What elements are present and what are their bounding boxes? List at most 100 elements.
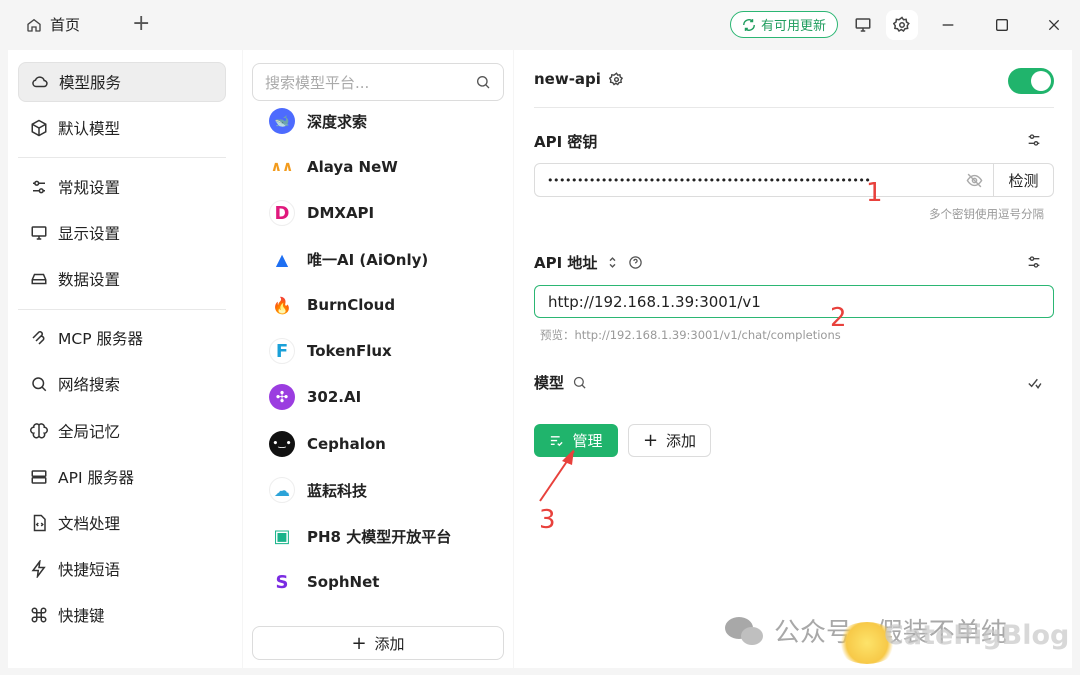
new-tab-button[interactable]: + bbox=[132, 13, 150, 35]
minimize-icon bbox=[942, 24, 954, 26]
provider-name: SophNet bbox=[307, 573, 380, 591]
provider-item-cephalon[interactable]: •‿• Cephalon bbox=[269, 429, 386, 459]
provider-name: 302.AI bbox=[307, 388, 362, 406]
provider-item-deepseek[interactable]: 🐋 深度求索 bbox=[269, 106, 367, 136]
maximize-button[interactable] bbox=[986, 10, 1018, 40]
nav-item-label: 网络搜索 bbox=[58, 376, 121, 394]
nav-item-web-search[interactable]: 网络搜索 bbox=[18, 364, 226, 404]
search-icon bbox=[32, 377, 47, 392]
provider-title: new-api bbox=[534, 70, 624, 88]
nav-item-label: MCP 服务器 bbox=[58, 330, 143, 348]
update-badge-label: 有可用更新 bbox=[760, 19, 826, 34]
provider-name: 深度求索 bbox=[307, 112, 368, 131]
api-url-settings-icon[interactable] bbox=[1026, 254, 1042, 270]
add-model-button[interactable]: + 添加 bbox=[628, 424, 711, 457]
api-key-settings-icon[interactable] bbox=[1026, 132, 1042, 148]
annotation-arrow bbox=[539, 449, 575, 502]
title-bar: 首页 + 有可用更新 bbox=[0, 0, 1080, 50]
nav-item-label: 文档处理 bbox=[58, 515, 121, 533]
provider-item-burncloud[interactable]: 🔥 BurnCloud bbox=[269, 290, 395, 320]
nav-item-label: 数据设置 bbox=[58, 271, 121, 289]
nav-item-label: 快捷键 bbox=[58, 607, 105, 625]
provider-name: DMXAPI bbox=[307, 204, 375, 222]
monitor-settings-icon bbox=[31, 226, 47, 240]
api-key-label: API 密钥 bbox=[534, 133, 598, 151]
provider-item-dmxapi[interactable]: D DMXAPI bbox=[269, 198, 374, 228]
server-icon bbox=[31, 470, 47, 484]
nav-item-documents[interactable]: 文档处理 bbox=[18, 503, 226, 543]
provider-item-sophnet[interactable]: S SophNet bbox=[269, 567, 379, 597]
minimize-button[interactable] bbox=[932, 10, 964, 40]
close-button[interactable] bbox=[1038, 10, 1070, 40]
api-key-value[interactable]: ••••••••••••••••••••••••••••••••••••••••… bbox=[535, 174, 955, 187]
nav-item-label: 常规设置 bbox=[58, 179, 121, 197]
provider-name: 唯一AI (AiOnly) bbox=[307, 250, 429, 269]
provider-name: PH8 大模型开放平台 bbox=[307, 527, 452, 546]
nav-item-memory[interactable]: 全局记忆 bbox=[18, 411, 226, 451]
provider-search-input[interactable]: 搜索模型平台... bbox=[252, 63, 504, 101]
provider-item-alaya[interactable]: ∧∧ Alaya NeW bbox=[269, 152, 398, 182]
deepseek-logo-icon: 🐋 bbox=[269, 108, 295, 134]
nav-item-model-service[interactable]: 模型服务 bbox=[18, 62, 226, 102]
settings-sidebar: 模型服务 默认模型 常规设置 显示设置 数据设置 MCP 服务器 网络搜索 全局… bbox=[8, 50, 242, 668]
add-provider-button[interactable]: + 添加 bbox=[252, 626, 504, 660]
api-url-label: API 地址 bbox=[534, 254, 598, 272]
api-url-preview: 预览：http://192.168.1.39:3001/v1/chat/comp… bbox=[540, 328, 841, 342]
refresh-icon bbox=[743, 18, 755, 31]
cloud-icon bbox=[32, 76, 48, 88]
api-key-field[interactable]: ••••••••••••••••••••••••••••••••••••••••… bbox=[534, 163, 1054, 197]
nav-item-api-server[interactable]: API 服务器 bbox=[18, 457, 226, 497]
tab-home[interactable]: 首页 bbox=[26, 14, 80, 35]
provider-item-ph8[interactable]: ▣ PH8 大模型开放平台 bbox=[269, 521, 451, 551]
nav-item-mcp[interactable]: MCP 服务器 bbox=[18, 318, 226, 358]
nav-item-default-model[interactable]: 默认模型 bbox=[18, 108, 226, 148]
provider-item-tokenflux[interactable]: F TokenFlux bbox=[269, 336, 392, 366]
health-check-icon[interactable] bbox=[1026, 375, 1043, 392]
chevron-up-down-icon[interactable] bbox=[605, 255, 620, 270]
provider-name: BurnCloud bbox=[307, 296, 396, 314]
monitor-icon bbox=[855, 18, 871, 32]
eye-off-icon[interactable] bbox=[955, 172, 993, 189]
provider-item-lanyun[interactable]: ☁ 蓝耘科技 bbox=[269, 475, 367, 505]
settings-button[interactable] bbox=[886, 10, 918, 40]
tab-home-label: 首页 bbox=[50, 16, 81, 34]
update-badge[interactable]: 有可用更新 bbox=[730, 11, 838, 38]
annotation-1: 1 bbox=[866, 178, 883, 208]
detail-divider bbox=[534, 107, 1054, 108]
aionly-logo-icon: ▲ bbox=[269, 246, 295, 272]
api-url-input[interactable]: http://192.168.1.39:3001/v1 bbox=[534, 285, 1054, 318]
provider-name: 蓝耘科技 bbox=[307, 481, 368, 500]
provider-name: Cephalon bbox=[307, 435, 386, 453]
help-icon[interactable] bbox=[628, 255, 643, 270]
provider-item-302ai[interactable]: ✣ 302.AI bbox=[269, 382, 361, 412]
nav-item-quick-phrases[interactable]: 快捷短语 bbox=[18, 549, 226, 589]
annotation-3: 3 bbox=[539, 505, 556, 535]
add-model-label: 添加 bbox=[666, 432, 697, 450]
lanyun-logo-icon: ☁ bbox=[269, 477, 295, 503]
nav-item-data[interactable]: 数据设置 bbox=[18, 259, 226, 299]
gear-icon[interactable] bbox=[608, 71, 624, 87]
plus-icon: + bbox=[642, 430, 659, 451]
provider-enabled-toggle[interactable] bbox=[1008, 68, 1054, 94]
sliders-icon bbox=[33, 180, 45, 194]
check-api-key-button[interactable]: 检测 bbox=[993, 164, 1053, 196]
alaya-logo-icon: ∧∧ bbox=[269, 154, 295, 180]
nav-item-label: 快捷短语 bbox=[58, 561, 121, 579]
provider-item-aionly[interactable]: ▲ 唯一AI (AiOnly) bbox=[269, 244, 428, 274]
monitor-button[interactable] bbox=[847, 10, 879, 40]
cephalon-logo-icon: •‿• bbox=[269, 431, 295, 457]
302ai-logo-icon: ✣ bbox=[269, 384, 295, 410]
provider-title-label: new-api bbox=[534, 70, 601, 88]
nav-item-general[interactable]: 常规设置 bbox=[18, 167, 226, 207]
mcp-icon bbox=[32, 331, 45, 345]
nav-item-label: API 服务器 bbox=[58, 469, 134, 487]
plus-icon: + bbox=[351, 632, 367, 654]
nav-item-display[interactable]: 显示设置 bbox=[18, 213, 226, 253]
provider-name: TokenFlux bbox=[307, 342, 392, 360]
watermark-brand: CatePigBlog bbox=[884, 620, 1070, 651]
cube-icon bbox=[31, 119, 47, 137]
gear-icon bbox=[893, 16, 910, 33]
nav-item-shortcuts[interactable]: 快捷键 bbox=[18, 595, 226, 635]
file-code-icon bbox=[33, 514, 46, 532]
search-icon[interactable] bbox=[572, 375, 587, 390]
